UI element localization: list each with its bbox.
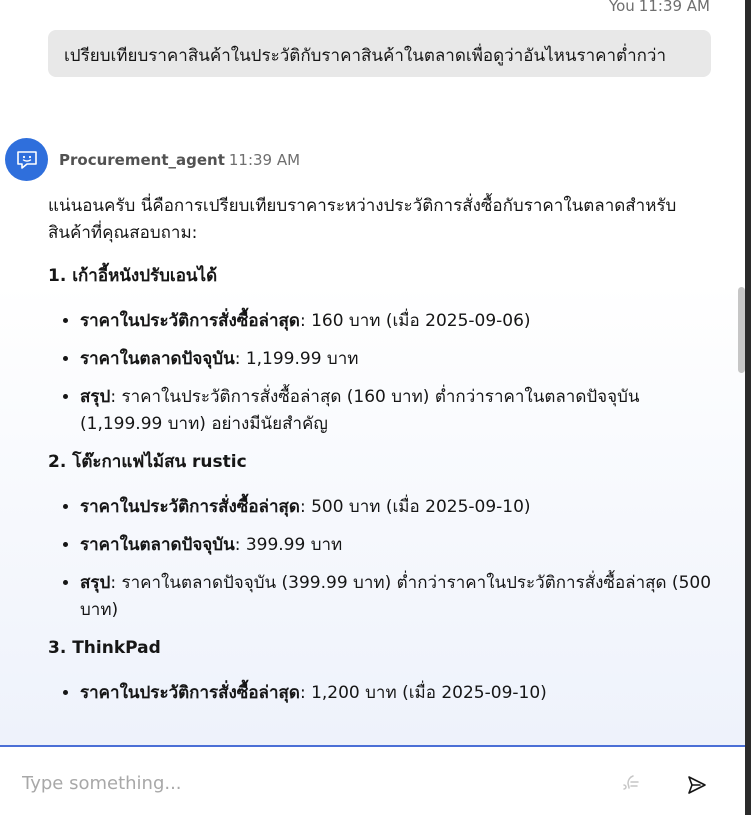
list-item: ราคาในประวัติการสั่งซื้อล่าสุด: 160 บาท …: [80, 308, 718, 335]
item-key: สรุป: [80, 387, 111, 407]
item-value: : 399.99 บาท: [234, 535, 343, 555]
user-name: You: [608, 0, 635, 15]
window-edge: [745, 0, 751, 815]
list-item: สรุป: ราคาในตลาดปัจจุบัน (399.99 บาท) ต่…: [80, 570, 718, 624]
agent-avatar: [5, 138, 48, 181]
item-value: : 1,199.99 บาท: [234, 349, 359, 369]
item-value: : 500 บาท (เมื่อ 2025-09-10): [299, 497, 531, 517]
comparison-list: ราคาในประวัติการสั่งซื้อล่าสุด: 1,200 บา…: [48, 680, 718, 707]
agent-intro-text: แน่นอนครับ นี่คือการเปรียบเทียบราคาระหว่…: [48, 196, 677, 243]
item-key: ราคาในตลาดปัจจุบัน: [80, 349, 235, 369]
list-item: สรุป: ราคาในประวัติการสั่งซื้อล่าสุด (16…: [80, 384, 718, 438]
agent-message-time: 11:39 AM: [228, 151, 301, 169]
agent-message-body: แน่นอนครับ นี่คือการเปรียบเทียบราคาระหว่…: [48, 193, 718, 718]
list-item: ราคาในตลาดปัจจุบัน: 1,199.99 บาท: [80, 346, 718, 373]
agent-name: Procurement_agent: [59, 151, 225, 169]
message-composer: [0, 747, 745, 815]
comparison-section: 1. เก้าอี้หนังปรับเอนได้ ราคาในประวัติกา…: [48, 263, 718, 438]
message-input[interactable]: [22, 773, 582, 794]
section-title: 2. โต๊ะกาแฟไม้สน rustic: [48, 452, 247, 472]
chat-transcript: You 11:39 AM เปรียบเทียบราคาสินค้าในประวั…: [0, 0, 745, 745]
list-item: ราคาในประวัติการสั่งซื้อล่าสุด: 500 บาท …: [80, 494, 718, 521]
item-key: ราคาในประวัติการสั่งซื้อล่าสุด: [80, 683, 300, 703]
send-icon[interactable]: [686, 774, 708, 800]
user-message-bubble: เปรียบเทียบราคาสินค้าในประวัติกับราคาสิน…: [48, 30, 711, 77]
item-value: : 1,200 บาท (เมื่อ 2025-09-10): [299, 683, 547, 703]
agent-message-meta: Procurement_agent 11:39 AM: [59, 151, 300, 169]
item-key: ราคาในตลาดปัจจุบัน: [80, 535, 235, 555]
user-message-time: 11:39 AM: [638, 0, 710, 15]
item-key: ราคาในประวัติการสั่งซื้อล่าสุด: [80, 311, 300, 331]
list-item: ราคาในตลาดปัจจุบัน: 399.99 บาท: [80, 532, 718, 559]
item-value: : ราคาในตลาดปัจจุบัน (399.99 บาท) ต่ำกว่…: [80, 573, 712, 620]
comparison-list: ราคาในประวัติการสั่งซื้อล่าสุด: 500 บาท …: [48, 494, 718, 624]
item-key: ราคาในประวัติการสั่งซื้อล่าสุด: [80, 497, 300, 517]
chat-scrollbar-thumb[interactable]: [738, 287, 745, 373]
section-title: 1. เก้าอี้หนังปรับเอนได้: [48, 266, 218, 286]
comparison-section: 2. โต๊ะกาแฟไม้สน rustic ราคาในประวัติการ…: [48, 449, 718, 624]
comparison-section: 3. ThinkPad ราคาในประวัติการสั่งซื้อล่าส…: [48, 635, 718, 707]
comparison-list: ราคาในประวัติการสั่งซื้อล่าสุด: 160 บาท …: [48, 308, 718, 438]
item-value: : ราคาในประวัติการสั่งซื้อล่าสุด (160 บา…: [80, 387, 640, 434]
user-message-meta: You 11:39 AM: [609, 0, 710, 15]
section-title: 3. ThinkPad: [48, 638, 161, 658]
list-item: ราคาในประวัติการสั่งซื้อล่าสุด: 1,200 บา…: [80, 680, 718, 707]
item-key: สรุป: [80, 573, 111, 593]
item-value: : 160 บาท (เมื่อ 2025-09-06): [299, 311, 531, 331]
chat-bot-icon: [16, 150, 37, 169]
voice-input-icon[interactable]: [620, 773, 642, 799]
